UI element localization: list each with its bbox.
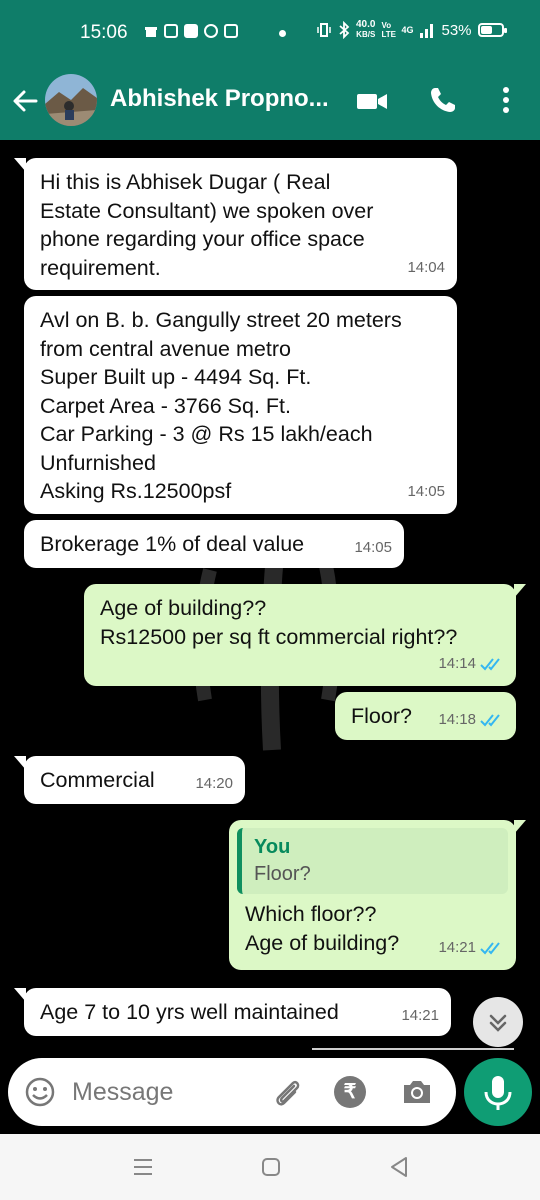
read-receipt-icon [480, 714, 500, 727]
message-time: 14:18 [438, 706, 504, 735]
message-bubble-incoming[interactable]: Brokerage 1% of deal value 14:05 [24, 520, 404, 568]
quoted-text: Floor? [254, 863, 311, 885]
message-bubble-incoming[interactable]: Hi this is Abhisek Dugar ( Real Estate C… [14, 158, 457, 290]
notification-icons [144, 24, 238, 38]
message-bubble-outgoing[interactable]: Floor? 14:18 [335, 692, 516, 740]
status-time: 15:06 [80, 22, 128, 43]
message-time: 14:05 [354, 538, 392, 556]
system-nav-bar [0, 1134, 540, 1200]
message-time: 14:20 [195, 774, 233, 792]
composer: ₹ [0, 1050, 540, 1134]
message-bubble-incoming[interactable]: Commercial 14:20 [14, 756, 245, 804]
quoted-message[interactable]: You Floor? [237, 828, 508, 894]
avatar[interactable] [45, 74, 97, 126]
recents-icon[interactable] [130, 1154, 156, 1180]
read-receipt-icon [480, 658, 500, 671]
gift-icon [145, 27, 157, 37]
message-input[interactable] [72, 1070, 262, 1114]
back-nav-icon[interactable] [386, 1154, 412, 1180]
attach-icon[interactable] [270, 1076, 304, 1110]
vibrate-icon [317, 23, 331, 37]
message-text: Brokerage 1% of deal value [40, 532, 305, 556]
facebook-icon [204, 24, 218, 38]
chat-header: Abhishek Propno... [0, 68, 540, 140]
mic-icon [484, 1076, 512, 1110]
double-chevron-down-icon [489, 1014, 507, 1032]
message-text: Avl on B. b. Gangully street 20 meters f… [40, 308, 402, 503]
battery-percent: 53% [441, 21, 472, 39]
quoted-author: You [254, 836, 291, 858]
message-bubble-incoming[interactable]: Avl on B. b. Gangully street 20 meters f… [24, 296, 457, 514]
network-speed: 40.0 KB/S [356, 19, 376, 40]
battery-icon [477, 23, 507, 37]
message-bubble-outgoing[interactable]: You Floor? Which floor?? Age of building… [229, 820, 526, 970]
more-vert-icon[interactable] [494, 84, 518, 116]
mic-button[interactable] [464, 1058, 532, 1126]
message-box[interactable]: ₹ [8, 1058, 456, 1126]
message-time: 14:04 [407, 258, 445, 276]
emoji-icon[interactable] [24, 1076, 56, 1108]
battery-level [480, 26, 493, 34]
message-bubble-outgoing[interactable]: Age of building?? Rs12500 per sq ft comm… [84, 584, 526, 686]
status-indicators: 40.0 KB/S Vo LTE 4G 53% [316, 19, 507, 40]
message-time: 14:21 [438, 934, 504, 963]
contact-name[interactable]: Abhishek Propno... [110, 85, 329, 113]
app-notification-icon [164, 24, 178, 38]
message-time: 14:05 [407, 482, 445, 500]
message-text: Age of building?? Rs12500 per sq ft comm… [100, 596, 458, 649]
volte-indicator: Vo LTE [381, 21, 396, 39]
scroll-to-bottom-button[interactable] [473, 997, 523, 1047]
network-type: 4G [401, 25, 414, 35]
messenger-icon [184, 24, 198, 38]
message-bubble-incoming[interactable]: Age 7 to 10 yrs well maintained 14:21 [14, 988, 451, 1036]
read-receipt-icon [480, 942, 500, 955]
more-notifications-dot [279, 30, 286, 37]
message-text: Age 7 to 10 yrs well maintained [40, 1000, 339, 1024]
message-time: 14:21 [401, 1006, 439, 1024]
camera-icon[interactable] [400, 1076, 434, 1108]
calculator-icon [224, 24, 238, 38]
rupee-icon[interactable]: ₹ [334, 1076, 366, 1108]
home-icon[interactable] [258, 1154, 284, 1180]
phone-icon[interactable] [427, 84, 459, 116]
video-call-icon[interactable] [354, 86, 390, 116]
chat-area[interactable]: Hi this is Abhisek Dugar ( Real Estate C… [0, 140, 540, 1050]
message-text: Hi this is Abhisek Dugar ( Real Estate C… [40, 170, 374, 280]
signal-icon [420, 24, 434, 38]
message-time: 14:14 [438, 650, 504, 679]
status-bar: 15:06 40.0 KB/S Vo LTE 4G 53% [0, 0, 540, 68]
back-arrow-icon[interactable] [10, 86, 40, 116]
bluetooth-icon [339, 21, 350, 39]
